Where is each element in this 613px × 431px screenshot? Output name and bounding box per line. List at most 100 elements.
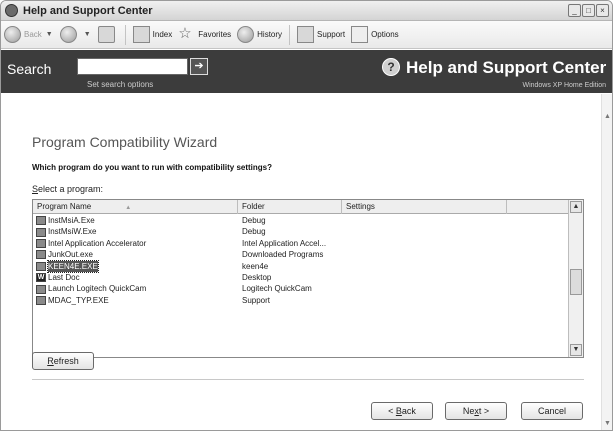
cancel-button[interactable]: Cancel xyxy=(521,402,583,420)
support-button[interactable]: Support xyxy=(294,24,348,46)
program-name: Intel Application Accelerator xyxy=(48,238,147,248)
column-header-settings[interactable]: Settings xyxy=(342,200,507,214)
back-button[interactable]: Back xyxy=(1,24,45,46)
back-arrow-icon xyxy=(4,26,21,43)
program-name: Last Doc xyxy=(48,272,80,282)
dos-icon xyxy=(36,261,46,271)
chip-icon xyxy=(36,238,46,248)
program-name: Launch Logitech QuickCam xyxy=(48,284,147,294)
title-bar[interactable]: Help and Support Center _ □ × xyxy=(1,1,612,21)
installer-icon xyxy=(36,227,46,237)
window-controls: _ □ × xyxy=(568,4,609,17)
forward-dropdown-icon[interactable]: ▼ xyxy=(84,31,91,38)
toolbar-separator xyxy=(289,24,291,45)
sort-indicator-icon: ▲ xyxy=(125,205,132,211)
list-item[interactable]: InstMsiA.Exe Debug xyxy=(33,215,569,226)
page-scroll-up-icon[interactable]: ▲ xyxy=(603,112,612,121)
home-button[interactable] xyxy=(95,24,121,46)
list-item[interactable]: Intel Application Accelerator Intel Appli… xyxy=(33,238,569,249)
set-search-options-link[interactable]: Set search options xyxy=(87,80,153,89)
options-button[interactable]: Options xyxy=(348,24,402,46)
scroll-thumb[interactable] xyxy=(570,269,582,295)
history-button[interactable]: History xyxy=(234,24,285,46)
program-folder: Logitech QuickCam xyxy=(242,284,312,294)
word-icon: W xyxy=(36,273,46,283)
list-item[interactable]: InstMsiW.Exe Debug xyxy=(33,226,569,237)
favorites-star-icon: ☆ xyxy=(178,25,192,42)
list-item[interactable]: JunkOut.exe Downloaded Programs xyxy=(33,249,569,260)
home-icon xyxy=(97,26,115,43)
program-name-cell: W Last Doc xyxy=(36,272,236,283)
favorites-button[interactable]: ☆ Favorites xyxy=(175,24,234,46)
divider xyxy=(32,379,584,380)
wizard-content: Program Compatibility Wizard Which progr… xyxy=(1,94,601,430)
wizard-question: Which program do you want to run with co… xyxy=(32,163,272,172)
search-go-icon[interactable]: ➔ xyxy=(190,58,208,75)
back-prefix: < xyxy=(388,406,396,416)
forward-arrow-icon xyxy=(59,26,77,43)
next-prefix: Ne xyxy=(462,406,475,416)
index-book-icon xyxy=(132,26,150,43)
next-rest: t > xyxy=(478,406,490,416)
list-item-partial[interactable] xyxy=(33,306,569,312)
program-folder: Debug xyxy=(242,227,266,237)
program-folder: Desktop xyxy=(242,272,272,282)
toolbar-separator xyxy=(124,24,126,45)
search-label: Search xyxy=(7,61,52,77)
page-scrollbar[interactable]: ▲ ▼ xyxy=(601,94,612,430)
window-title: Help and Support Center xyxy=(23,4,153,17)
list-header: Program Name ▲ Folder Settings xyxy=(33,200,569,214)
column-header-program-name[interactable]: Program Name ▲ xyxy=(33,200,238,214)
close-button[interactable]: × xyxy=(596,4,609,17)
program-name-cell: InstMsiA.Exe xyxy=(36,215,236,226)
select-program-label: Select a program: xyxy=(32,184,103,194)
index-button[interactable]: Index xyxy=(130,24,176,46)
index-label: Index xyxy=(152,30,173,39)
installer-icon xyxy=(36,295,46,305)
back-rest: ack xyxy=(401,406,416,416)
program-icon xyxy=(36,250,46,260)
edition-subtitle: Windows XP Home Edition xyxy=(522,82,606,89)
help-center-title: Help and Support Center xyxy=(406,58,607,77)
program-name: MDAC_TYP.EXE xyxy=(48,295,109,305)
camera-icon xyxy=(36,284,46,294)
help-center-icon xyxy=(5,4,18,17)
program-folder: Debug xyxy=(242,216,266,225)
list-scrollbar[interactable]: ▲ ▼ xyxy=(568,200,583,357)
options-label: Options xyxy=(371,30,399,39)
list-item[interactable]: W Last Doc Desktop xyxy=(33,272,569,283)
options-checklist-icon xyxy=(351,26,369,43)
back-wizard-button[interactable]: < Back xyxy=(371,402,433,420)
next-button[interactable]: Next > xyxy=(445,402,507,420)
search-input[interactable] xyxy=(77,58,188,75)
program-name-cell: InstMsiW.Exe xyxy=(36,226,236,237)
forward-button[interactable] xyxy=(57,24,83,46)
program-folder: keen4e xyxy=(242,261,269,271)
select-label-text: elect a program: xyxy=(38,184,104,194)
minimize-button[interactable]: _ xyxy=(568,4,581,17)
program-name-cell: MDAC_TYP.EXE xyxy=(36,295,236,306)
history-label: History xyxy=(257,30,283,39)
scroll-down-icon[interactable]: ▼ xyxy=(570,344,582,356)
maximize-button[interactable]: □ xyxy=(582,4,595,17)
program-folder: Support xyxy=(242,295,271,305)
program-name-cell: KEEN4E.EXE xyxy=(36,259,236,274)
refresh-label: efresh xyxy=(53,356,79,366)
list-item[interactable]: Launch Logitech QuickCam Logitech QuickCa… xyxy=(33,283,569,294)
column-header-folder[interactable]: Folder xyxy=(238,200,342,214)
history-clock-icon xyxy=(237,26,255,43)
program-list[interactable]: Program Name ▲ Folder Settings InstMsiA.E… xyxy=(32,199,584,358)
toolbar: Back ▼ ▼ Index ☆ Favorites History Suppo… xyxy=(1,21,612,49)
list-item[interactable]: KEEN4E.EXE keen4e xyxy=(33,259,569,274)
program-name-cell: Launch Logitech QuickCam xyxy=(36,283,236,294)
program-name: InstMsiW.Exe xyxy=(48,227,97,237)
program-name: InstMsiA.Exe xyxy=(48,216,95,225)
program-name-cell: Intel Application Accelerator xyxy=(36,238,236,249)
support-icon xyxy=(297,26,315,43)
page-scroll-down-icon[interactable]: ▼ xyxy=(603,419,612,428)
scroll-up-icon[interactable]: ▲ xyxy=(570,201,582,213)
help-support-window: Help and Support Center _ □ × Back ▼ ▼ I… xyxy=(0,0,613,431)
back-dropdown-icon[interactable]: ▼ xyxy=(46,31,53,38)
list-item[interactable]: MDAC_TYP.EXE Support xyxy=(33,295,569,306)
refresh-button[interactable]: Refresh xyxy=(32,352,94,370)
